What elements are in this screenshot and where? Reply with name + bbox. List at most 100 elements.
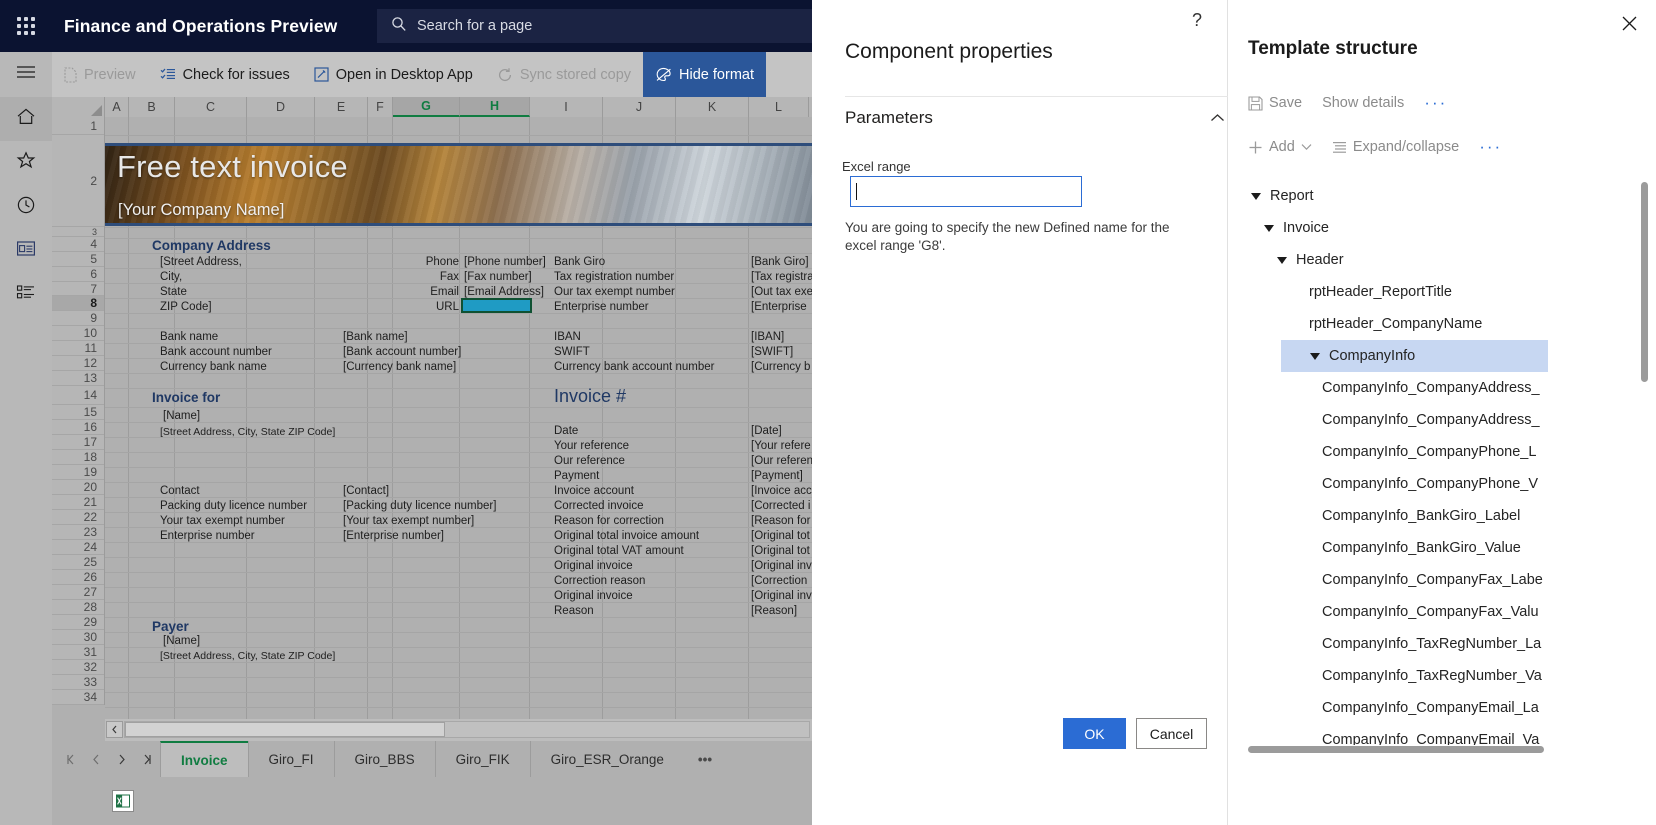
cell-payment-label[interactable]: Payment [554, 469, 599, 483]
column-header-a[interactable]: A [105, 97, 129, 117]
excel-range-input[interactable] [850, 176, 1082, 207]
cell-fax-label[interactable]: Fax [415, 270, 459, 284]
row-header-17[interactable]: 17 [52, 435, 104, 450]
sidebar-item-workspaces[interactable] [0, 229, 52, 273]
row-header-27[interactable]: 27 [52, 585, 104, 600]
row-header-12[interactable]: 12 [52, 356, 104, 371]
sheet-tab-giro-esr-orange[interactable]: Giro_ESR_Orange [530, 741, 684, 777]
cell-ourref-value[interactable]: [Our referen [751, 454, 812, 468]
cell-originv2-label[interactable]: Original invoice [554, 589, 633, 603]
sheet-tabs-overflow-button[interactable]: ••• [684, 741, 726, 777]
cell-state[interactable]: State [160, 285, 187, 299]
row-header-26[interactable]: 26 [52, 570, 104, 585]
row-header-25[interactable]: 25 [52, 555, 104, 570]
column-header-i[interactable]: I [530, 97, 603, 117]
row-header-5[interactable]: 5 [52, 252, 104, 267]
cell-invoice-hash-header[interactable]: Invoice # [554, 389, 626, 403]
row-header-16[interactable]: 16 [52, 420, 104, 435]
column-header-j[interactable]: J [603, 97, 676, 117]
cell-invacct-label[interactable]: Invoice account [554, 484, 634, 498]
cell-payer-address[interactable]: [Street Address, City, State ZIP Code] [160, 649, 335, 663]
column-header-c[interactable]: C [175, 97, 247, 117]
save-button[interactable]: Save [1248, 95, 1302, 111]
sidebar-item-home[interactable] [0, 97, 52, 141]
tree-node-report[interactable]: Report [1248, 180, 1648, 212]
horizontal-scrollbar-thumb[interactable] [125, 722, 445, 737]
cell-email-value[interactable]: [Email Address] [464, 285, 544, 299]
select-all-corner[interactable] [52, 97, 105, 117]
cell-bankacct-value[interactable]: [Bank account number] [343, 345, 461, 359]
cell-corrreason-value[interactable]: [Correction [751, 574, 807, 588]
row-header-32[interactable]: 32 [52, 660, 104, 675]
column-header-g[interactable]: G [393, 97, 460, 117]
last-sheet-button[interactable] [137, 748, 157, 770]
cell-ourtaxexempt-label[interactable]: Our tax exempt number [554, 285, 675, 299]
cell-swift-value[interactable]: [SWIFT] [751, 345, 793, 359]
panel-overflow-button-primary[interactable]: ··· [1424, 93, 1447, 113]
cell-packing-value[interactable]: [Packing duty licence number] [343, 499, 496, 513]
tree-node-header[interactable]: Header [1248, 244, 1648, 276]
expand-caret-icon[interactable] [1261, 220, 1277, 236]
sheet-tab-giro-fik[interactable]: Giro_FIK [435, 741, 530, 777]
cell-payer-name[interactable]: [Name] [163, 634, 200, 648]
close-panel-button[interactable] [1616, 10, 1642, 36]
search-input[interactable]: Search for a page [377, 9, 812, 43]
sidebar-item-recent[interactable] [0, 185, 52, 229]
cell-invoice-for-address[interactable]: [Street Address, City, State ZIP Code] [160, 425, 335, 439]
row-header-33[interactable]: 33 [52, 675, 104, 690]
cell-corrreason-label[interactable]: Correction reason [554, 574, 645, 588]
cell-taxreg-value[interactable]: [Tax registra [751, 270, 812, 284]
row-header-24[interactable]: 24 [52, 540, 104, 555]
tree-node-companyemail-value[interactable]: CompanyInfo_CompanyEmail_Va [1248, 724, 1648, 745]
row-header-18[interactable]: 18 [52, 450, 104, 465]
app-launcher-button[interactable] [0, 0, 52, 52]
row-header-19[interactable]: 19 [52, 465, 104, 480]
tree-node-companyaddress-1[interactable]: CompanyInfo_CompanyAddress_ [1248, 372, 1648, 404]
cell-bankacct-label[interactable]: Bank account number [160, 345, 272, 359]
cell-date-label[interactable]: Date [554, 424, 578, 438]
show-details-button[interactable]: Show details [1322, 95, 1404, 111]
tree-node-companyfax-value[interactable]: CompanyInfo_CompanyFax_Valu [1248, 596, 1648, 628]
cell-currbank-label[interactable]: Currency bank name [160, 360, 267, 374]
hamburger-menu-button[interactable] [0, 52, 52, 97]
cell-reasoncorr-label[interactable]: Reason for correction [554, 514, 664, 528]
cell-corrinv-label[interactable]: Corrected invoice [554, 499, 643, 513]
row-header-23[interactable]: 23 [52, 525, 104, 540]
row-header-9[interactable]: 9 [52, 311, 104, 326]
cell-bankname-value[interactable]: [Bank name] [343, 330, 408, 344]
help-button[interactable]: ? [1185, 8, 1209, 32]
tree-node-taxregnumber-value[interactable]: CompanyInfo_TaxRegNumber_Va [1248, 660, 1648, 692]
tree-node-companyphone-value[interactable]: CompanyInfo_CompanyPhone_V [1248, 468, 1648, 500]
column-header-b[interactable]: B [129, 97, 175, 117]
cell-originv-value[interactable]: [Original inv [751, 559, 812, 573]
cell-origvat-value[interactable]: [Original tot [751, 544, 810, 558]
row-header-28[interactable]: 28 [52, 600, 104, 615]
cell-fax-value[interactable]: [Fax number] [464, 270, 532, 284]
cell-reasoncorr-value[interactable]: [Reason for [751, 514, 810, 528]
tree-node-rptheader-companyname[interactable]: rptHeader_CompanyName [1248, 308, 1648, 340]
cell-yourtax-label[interactable]: Your tax exempt number [160, 514, 285, 528]
cell-url-label[interactable]: URL [415, 300, 459, 314]
cell-phone-label[interactable]: Phone [415, 255, 459, 269]
sidebar-item-modules[interactable] [0, 273, 52, 317]
cancel-button[interactable]: Cancel [1136, 718, 1207, 749]
open-in-desktop-app-button[interactable]: Open in Desktop App [302, 52, 485, 97]
row-header-13[interactable]: 13 [52, 371, 104, 386]
row-header-20[interactable]: 20 [52, 480, 104, 495]
column-header-l[interactable]: L [749, 97, 809, 117]
cell-yourref-label[interactable]: Your reference [554, 439, 629, 453]
row-header-10[interactable]: 10 [52, 326, 104, 341]
cell-contact-label[interactable]: Contact [160, 484, 200, 498]
cell-invoice-for-header[interactable]: Invoice for [152, 391, 220, 405]
tree-node-bankgiro-value[interactable]: CompanyInfo_BankGiro_Value [1248, 532, 1648, 564]
sidebar-item-favorites[interactable] [0, 141, 52, 185]
cell-corrinv-value[interactable]: [Corrected i [751, 499, 810, 513]
column-header-f[interactable]: F [368, 97, 393, 117]
row-header-6[interactable]: 6 [52, 267, 104, 282]
cell-invoice-for-name[interactable]: [Name] [163, 409, 200, 423]
cell-origtotal-label[interactable]: Original total invoice amount [554, 529, 699, 543]
cell-taxreg-label[interactable]: Tax registration number [554, 270, 674, 284]
cell-phone-value[interactable]: [Phone number] [464, 255, 546, 269]
panel-overflow-button-secondary[interactable]: ··· [1479, 137, 1502, 157]
cell-reason-label[interactable]: Reason [554, 604, 594, 618]
